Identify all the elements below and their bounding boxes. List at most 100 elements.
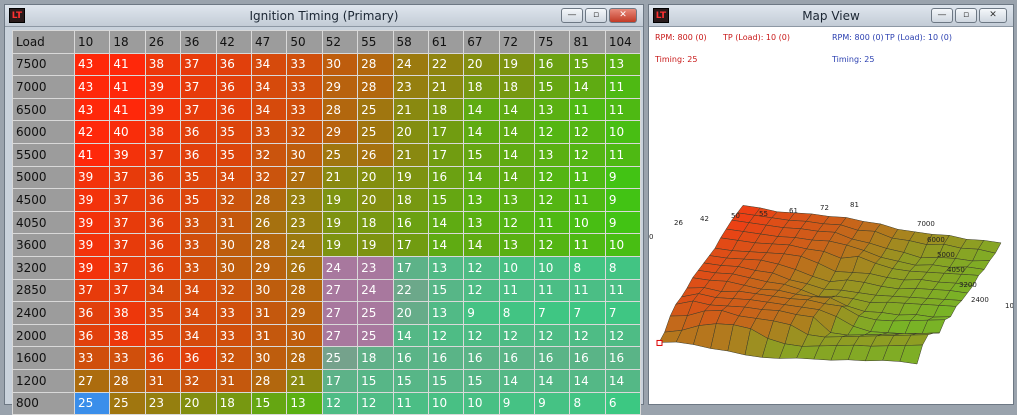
timing-cell[interactable]: 36 bbox=[73, 301, 111, 325]
timing-cell[interactable]: 20 bbox=[392, 120, 429, 144]
timing-cell[interactable]: 8 bbox=[569, 391, 606, 415]
timing-cell[interactable]: 36 bbox=[144, 255, 182, 280]
timing-cell[interactable]: 36 bbox=[144, 233, 182, 257]
timing-cell[interactable]: 41 bbox=[109, 97, 146, 122]
row-header[interactable]: 3200 bbox=[12, 255, 75, 280]
timing-cell[interactable]: 12 bbox=[357, 391, 394, 415]
timing-cell[interactable]: 33 bbox=[73, 346, 111, 370]
timing-cell[interactable]: 25 bbox=[357, 323, 394, 348]
timing-cell[interactable]: 18 bbox=[427, 97, 465, 122]
timing-cell[interactable]: 10 bbox=[498, 255, 536, 280]
timing-cell[interactable]: 15 bbox=[427, 368, 465, 393]
timing-cell[interactable]: 23 bbox=[392, 75, 429, 99]
timing-cell[interactable]: 23 bbox=[286, 188, 323, 212]
column-header[interactable]: 67 bbox=[463, 30, 500, 54]
timing-cell[interactable]: 31 bbox=[215, 368, 252, 393]
timing-cell[interactable]: 35 bbox=[215, 120, 252, 144]
row-header[interactable]: 800 bbox=[12, 391, 75, 415]
timing-cell[interactable]: 16 bbox=[392, 210, 429, 235]
timing-cell[interactable]: 11 bbox=[569, 188, 606, 212]
timing-cell[interactable]: 17 bbox=[321, 368, 359, 393]
ignition-timing-window[interactable]: LT Ignition Timing (Primary) — ▫ ✕ Load 1… bbox=[4, 4, 644, 415]
timing-cell[interactable]: 34 bbox=[144, 278, 182, 303]
timing-cell[interactable]: 21 bbox=[427, 75, 465, 99]
timing-cell[interactable]: 27 bbox=[286, 165, 323, 190]
timing-cell[interactable]: 7 bbox=[534, 301, 571, 325]
timing-cell[interactable]: 28 bbox=[250, 188, 288, 212]
timing-cell[interactable]: 13 bbox=[463, 210, 500, 235]
timing-cell[interactable]: 19 bbox=[321, 233, 359, 257]
timing-cell[interactable]: 32 bbox=[215, 278, 252, 303]
timing-cell[interactable]: 39 bbox=[144, 97, 182, 122]
timing-cell[interactable]: 20 bbox=[180, 391, 217, 415]
timing-cell[interactable]: 15 bbox=[569, 52, 606, 77]
timing-cell[interactable]: 29 bbox=[321, 75, 359, 99]
timing-cell[interactable]: 23 bbox=[286, 210, 323, 235]
timing-cell[interactable]: 9 bbox=[604, 165, 642, 190]
timing-cell[interactable]: 34 bbox=[180, 301, 217, 325]
timing-cell[interactable]: 11 bbox=[534, 278, 571, 303]
timing-cell[interactable]: 8 bbox=[569, 255, 606, 280]
timing-cell[interactable]: 35 bbox=[144, 301, 182, 325]
timing-cell[interactable]: 39 bbox=[109, 142, 146, 167]
timing-cell[interactable]: 16 bbox=[392, 346, 429, 370]
timing-cell[interactable]: 43 bbox=[73, 52, 111, 77]
timing-cell[interactable]: 27 bbox=[73, 368, 111, 393]
timing-cell[interactable]: 26 bbox=[357, 142, 394, 167]
timing-cell[interactable]: 12 bbox=[604, 323, 642, 348]
timing-cell[interactable]: 11 bbox=[569, 165, 606, 190]
timing-cell[interactable]: 16 bbox=[498, 346, 536, 370]
timing-cell[interactable]: 18 bbox=[498, 75, 536, 99]
ignition-titlebar[interactable]: LT Ignition Timing (Primary) — ▫ ✕ bbox=[5, 5, 643, 27]
timing-cell[interactable]: 11 bbox=[569, 233, 606, 257]
timing-cell[interactable]: 14 bbox=[498, 142, 536, 167]
column-header[interactable]: 52 bbox=[321, 30, 359, 54]
timing-cell[interactable]: 12 bbox=[534, 233, 571, 257]
column-header[interactable]: 72 bbox=[498, 30, 536, 54]
timing-cell[interactable]: 14 bbox=[569, 75, 606, 99]
timing-cell[interactable]: 36 bbox=[144, 188, 182, 212]
timing-cell[interactable]: 16 bbox=[427, 346, 465, 370]
timing-cell[interactable]: 28 bbox=[357, 52, 394, 77]
timing-cell[interactable]: 7 bbox=[569, 301, 606, 325]
3d-surface-plot[interactable]: 26 42 50 55 61 72 81 7000 6000 5000 4050 3200 2400 0 1… bbox=[649, 185, 1013, 385]
map-view-titlebar[interactable]: LT Map View — ▫ ✕ bbox=[649, 5, 1013, 27]
timing-cell[interactable]: 37 bbox=[109, 210, 146, 235]
timing-cell[interactable]: 17 bbox=[427, 142, 465, 167]
timing-cell[interactable]: 9 bbox=[463, 301, 500, 325]
column-header[interactable]: 81 bbox=[569, 30, 606, 54]
timing-cell[interactable]: 38 bbox=[144, 120, 182, 144]
row-header[interactable]: 2850 bbox=[12, 278, 75, 303]
timing-cell[interactable]: 35 bbox=[180, 165, 217, 190]
timing-cell[interactable]: 11 bbox=[604, 97, 642, 122]
timing-cell[interactable]: 11 bbox=[604, 75, 642, 99]
timing-cell[interactable]: 33 bbox=[215, 301, 252, 325]
timing-cell[interactable]: 36 bbox=[180, 120, 217, 144]
timing-cell[interactable]: 43 bbox=[73, 97, 111, 122]
minimize-button[interactable]: — bbox=[561, 8, 583, 23]
row-header[interactable]: 1200 bbox=[12, 368, 75, 393]
timing-cell[interactable]: 19 bbox=[357, 233, 394, 257]
timing-cell[interactable]: 21 bbox=[321, 165, 359, 190]
timing-cell[interactable]: 41 bbox=[109, 75, 146, 99]
timing-cell[interactable]: 13 bbox=[498, 188, 536, 212]
timing-cell[interactable]: 41 bbox=[109, 52, 146, 77]
timing-cell[interactable]: 35 bbox=[215, 142, 252, 167]
column-header[interactable]: 26 bbox=[144, 30, 182, 54]
timing-cell[interactable]: 12 bbox=[569, 120, 606, 144]
timing-cell[interactable]: 12 bbox=[569, 323, 606, 348]
timing-cell[interactable]: 7 bbox=[604, 301, 642, 325]
timing-cell[interactable]: 39 bbox=[73, 165, 111, 190]
timing-cell[interactable]: 22 bbox=[427, 52, 465, 77]
timing-cell[interactable]: 34 bbox=[180, 278, 217, 303]
timing-cell[interactable]: 12 bbox=[427, 323, 465, 348]
column-header[interactable]: 75 bbox=[534, 30, 571, 54]
timing-cell[interactable]: 34 bbox=[250, 52, 288, 77]
timing-cell[interactable]: 6 bbox=[604, 391, 642, 415]
timing-cell[interactable]: 10 bbox=[569, 210, 606, 235]
timing-cell[interactable]: 16 bbox=[604, 346, 642, 370]
timing-cell[interactable]: 14 bbox=[463, 165, 500, 190]
timing-cell[interactable]: 30 bbox=[286, 323, 323, 348]
row-header[interactable]: 6000 bbox=[12, 120, 75, 144]
timing-cell[interactable]: 16 bbox=[569, 346, 606, 370]
